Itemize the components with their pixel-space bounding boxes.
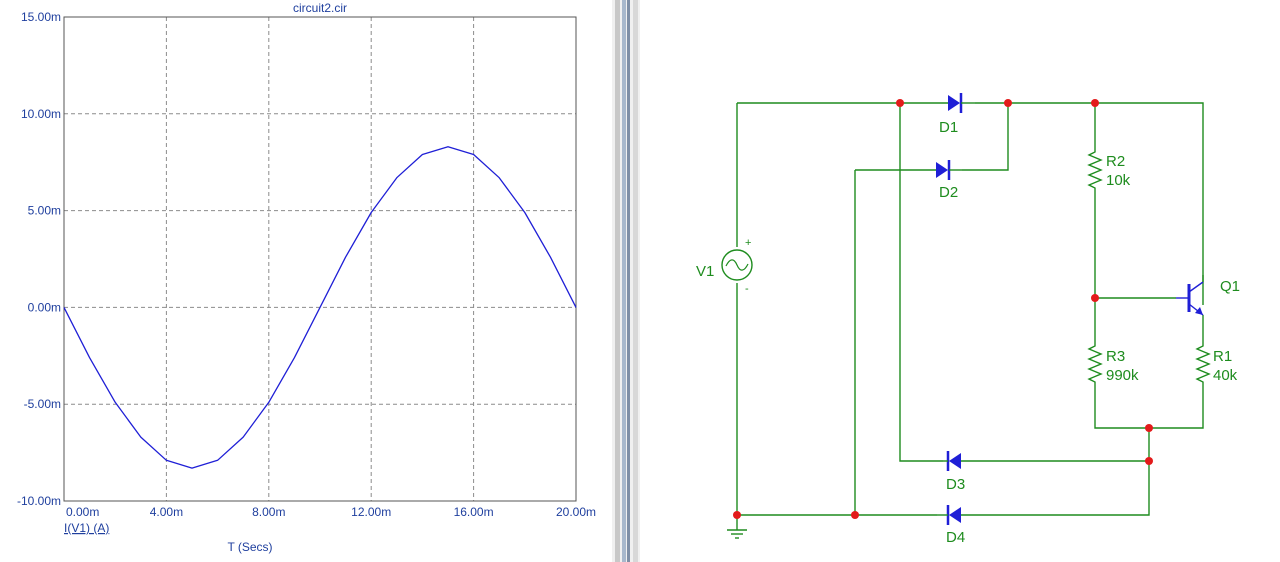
x-axis-label: T (Secs)	[227, 540, 272, 554]
y-tick-label: 0.00m	[28, 300, 61, 314]
q1-arrow-icon	[1195, 307, 1203, 315]
sine-wave-icon	[725, 259, 749, 271]
plot-panel: 0.00m 4.00m 8.00m 12.00m 16.00m 20.00m -10.00m…	[0, 0, 612, 562]
voltage-source-v1[interactable]: + - V1	[696, 237, 753, 295]
wire-top-right	[975, 102, 1204, 305]
junction-node	[1145, 424, 1153, 432]
v1-label: V1	[696, 263, 714, 280]
d2-label: D2	[939, 184, 958, 201]
wire-bottom-rail	[1094, 386, 1204, 429]
schematic-panel: + - V1 D1 D2 D3 D4 R2 10k R3 990k R1 40k…	[640, 0, 1280, 562]
diode-d4[interactable]	[937, 505, 961, 525]
r1-value: 40k	[1213, 367, 1238, 384]
junction-nodes	[733, 99, 1153, 519]
r1-label: R1	[1213, 348, 1232, 365]
v1-minus-label: -	[745, 283, 749, 295]
wires	[736, 102, 1204, 530]
r3-label: R3	[1106, 348, 1125, 365]
junction-node	[851, 511, 859, 519]
diode-d4-icon	[949, 507, 961, 523]
junction-node	[1145, 457, 1153, 465]
diode-d1-icon	[948, 95, 960, 111]
plot-frame	[63, 16, 577, 502]
wire-d3-left	[899, 103, 943, 462]
x-tick-label: 12.00m	[351, 505, 391, 519]
wire-v1-bottom	[736, 283, 937, 516]
junction-node	[1004, 99, 1012, 107]
v1-plus-label: +	[745, 237, 751, 249]
chart-title: circuit2.cir	[293, 1, 347, 15]
y-tick-label: -10.00m	[17, 494, 61, 508]
diode-d3[interactable]	[943, 451, 961, 471]
d4-label: D4	[946, 529, 965, 546]
resistor-r3[interactable]	[1087, 342, 1103, 386]
grid	[64, 17, 576, 501]
resistor-r1-icon	[1195, 342, 1211, 386]
diode-d2[interactable]	[936, 160, 962, 180]
r2-label: R2	[1106, 153, 1125, 170]
wire-d2-right	[962, 103, 1009, 171]
x-tick-label: 4.00m	[150, 505, 183, 519]
resistor-r2[interactable]	[1087, 148, 1103, 192]
resistor-r3-icon	[1087, 342, 1103, 386]
y-tick-label: 10.00m	[21, 107, 61, 121]
ground-icon	[727, 529, 747, 539]
y-tick-label: -5.00m	[24, 397, 61, 411]
schematic-canvas: + - V1 D1 D2 D3 D4 R2 10k R3 990k R1 40k…	[696, 93, 1240, 546]
tick-labels: 0.00m 4.00m 8.00m 12.00m 16.00m 20.00m -10.00m…	[17, 10, 596, 519]
y-tick-label: 15.00m	[21, 10, 61, 24]
q1-collector	[1188, 281, 1204, 293]
x-tick-label: 20.00m	[556, 505, 596, 519]
x-tick-label: 16.00m	[454, 505, 494, 519]
pane-splitter[interactable]	[612, 0, 640, 562]
y-tick-label: 5.00m	[28, 204, 61, 218]
resistor-r2-icon	[1087, 148, 1103, 192]
junction-node	[1091, 99, 1099, 107]
junction-node	[733, 511, 741, 519]
diode-d2-icon	[936, 162, 948, 178]
diode-d1[interactable]	[948, 93, 975, 113]
x-tick-label: 8.00m	[252, 505, 285, 519]
d1-label: D1	[939, 119, 958, 136]
r3-value: 990k	[1106, 367, 1139, 384]
waveform-chart: 0.00m 4.00m 8.00m 12.00m 16.00m 20.00m -10.00m…	[17, 1, 596, 554]
transistor-q1[interactable]	[1176, 275, 1204, 316]
resistor-r1[interactable]	[1195, 342, 1211, 386]
junction-node	[1091, 294, 1099, 302]
q1-label: Q1	[1220, 278, 1240, 295]
junction-node	[896, 99, 904, 107]
d3-label: D3	[946, 476, 965, 493]
trace-legend-label[interactable]: I(V1) (A)	[64, 521, 109, 535]
r2-value: 10k	[1106, 172, 1131, 189]
x-tick-label: 0.00m	[66, 505, 99, 519]
diode-d3-icon	[949, 453, 961, 469]
wire-d4-right	[961, 428, 1150, 516]
